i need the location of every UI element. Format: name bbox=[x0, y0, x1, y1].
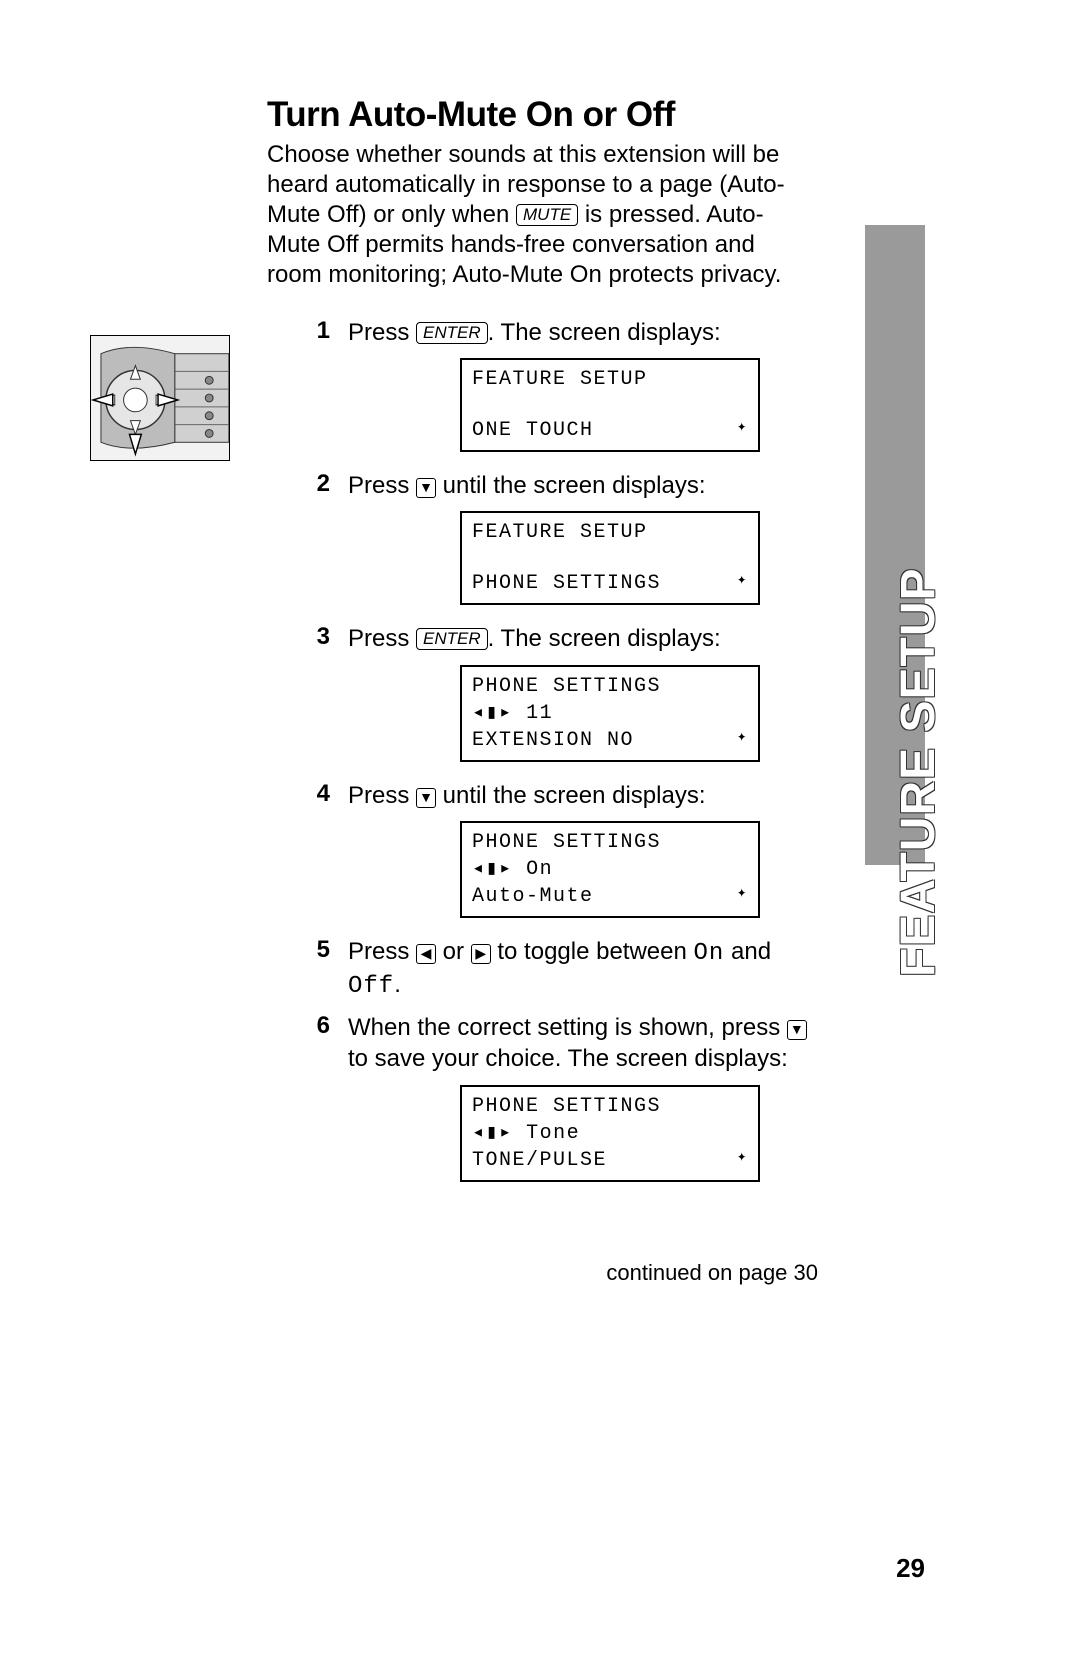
step-post: until the screen displays: bbox=[436, 472, 705, 499]
step-body: Press ENTER. The screen displays: bbox=[348, 623, 810, 654]
lr-arrows-icon: ◂▮▸ bbox=[472, 702, 513, 725]
lcd-display-5: PHONE SETTINGS ◂▮▸ Tone TONE/PULSE ✦ bbox=[460, 1085, 760, 1182]
lcd-line: PHONE SETTINGS bbox=[472, 673, 661, 700]
lcd-line: PHONE SETTINGS bbox=[472, 1093, 661, 1120]
section-title: Turn Auto-Mute On or Off bbox=[267, 95, 675, 135]
lcd-line: Auto-Mute bbox=[472, 883, 594, 910]
step-body: Press ▼ until the screen displays: bbox=[348, 780, 810, 811]
step-post: until the screen displays: bbox=[436, 782, 705, 809]
step-pre: Press bbox=[348, 625, 416, 652]
step-body: Press ENTER. The screen displays: bbox=[348, 317, 810, 348]
side-tab-label: FEATURE SETUP bbox=[891, 568, 946, 977]
intro-paragraph: Choose whether sounds at this extension … bbox=[267, 140, 807, 290]
t: to toggle between bbox=[491, 938, 694, 965]
value-off: Off bbox=[348, 973, 394, 1000]
enter-keycap: ENTER bbox=[416, 628, 488, 650]
lcd-line: TONE/PULSE bbox=[472, 1147, 607, 1174]
step-pre: Press bbox=[348, 472, 416, 499]
t: or bbox=[436, 938, 471, 965]
keypad-illustration bbox=[90, 335, 230, 461]
t: Press bbox=[348, 938, 416, 965]
lcd-line: FEATURE SETUP bbox=[472, 366, 648, 393]
step-body: When the correct setting is shown, press… bbox=[348, 1012, 810, 1074]
step-number: 3 bbox=[290, 623, 348, 654]
value-on: On bbox=[694, 940, 725, 967]
step-post: . The screen displays: bbox=[488, 319, 721, 346]
t: to save your choice. The screen displays… bbox=[348, 1045, 788, 1072]
nav-diamond-icon: ✦ bbox=[737, 727, 748, 754]
manual-page: Turn Auto-Mute On or Off Choose whether … bbox=[0, 0, 1080, 1669]
nav-diamond-icon: ✦ bbox=[737, 417, 748, 444]
mute-keycap: MUTE bbox=[516, 204, 578, 226]
step-number: 5 bbox=[290, 936, 348, 1002]
step-5: 5 Press ◀ or ▶ to toggle between On and … bbox=[290, 936, 810, 1002]
step-3: 3 Press ENTER. The screen displays: bbox=[290, 623, 810, 654]
step-4: 4 Press ▼ until the screen displays: bbox=[290, 780, 810, 811]
t: . bbox=[394, 971, 401, 998]
lcd-line: ◂▮▸ Tone bbox=[472, 1120, 580, 1147]
lcd-display-4: PHONE SETTINGS ◂▮▸ On Auto-Mute ✦ bbox=[460, 821, 760, 918]
nav-diamond-icon: ✦ bbox=[737, 1147, 748, 1174]
step-2: 2 Press ▼ until the screen displays: bbox=[290, 470, 810, 501]
lcd-line: ◂▮▸ 11 bbox=[472, 700, 553, 727]
lcd-line: PHONE SETTINGS bbox=[472, 829, 661, 856]
lcd-display-3: PHONE SETTINGS ◂▮▸ 11 EXTENSION NO ✦ bbox=[460, 665, 760, 762]
left-keycap: ◀ bbox=[416, 944, 436, 964]
nav-diamond-icon: ✦ bbox=[737, 570, 748, 597]
lcd-line: FEATURE SETUP bbox=[472, 519, 648, 546]
step-number: 6 bbox=[290, 1012, 348, 1074]
lcd-display-1: FEATURE SETUP ONE TOUCH ✦ bbox=[460, 358, 760, 452]
down-keycap: ▼ bbox=[416, 478, 436, 498]
step-1: 1 Press ENTER. The screen displays: bbox=[290, 317, 810, 348]
lcd-line: PHONE SETTINGS bbox=[472, 570, 661, 597]
step-number: 2 bbox=[290, 470, 348, 501]
step-pre: Press bbox=[348, 319, 416, 346]
continued-note: continued on page 30 bbox=[606, 1260, 818, 1286]
lcd-line: ONE TOUCH bbox=[472, 417, 594, 444]
t: When the correct setting is shown, press bbox=[348, 1014, 787, 1041]
step-pre: Press bbox=[348, 782, 416, 809]
right-keycap: ▶ bbox=[471, 944, 491, 964]
down-keycap: ▼ bbox=[416, 788, 436, 808]
lcd-line: EXTENSION NO bbox=[472, 727, 634, 754]
step-body: Press ▼ until the screen displays: bbox=[348, 470, 810, 501]
lr-arrows-icon: ◂▮▸ bbox=[472, 1122, 513, 1145]
step-post: . The screen displays: bbox=[488, 625, 721, 652]
t: and bbox=[724, 938, 771, 965]
lr-arrows-icon: ◂▮▸ bbox=[472, 858, 513, 881]
step-number: 4 bbox=[290, 780, 348, 811]
page-number: 29 bbox=[896, 1553, 925, 1584]
enter-keycap: ENTER bbox=[416, 322, 488, 344]
lcd-line: ◂▮▸ On bbox=[472, 856, 553, 883]
step-number: 1 bbox=[290, 317, 348, 348]
nav-diamond-icon: ✦ bbox=[737, 883, 748, 910]
step-body: Press ◀ or ▶ to toggle between On and Of… bbox=[348, 936, 810, 1002]
down-keycap: ▼ bbox=[787, 1020, 807, 1040]
step-6: 6 When the correct setting is shown, pre… bbox=[290, 1012, 810, 1074]
steps-list: 1 Press ENTER. The screen displays: FEAT… bbox=[290, 317, 810, 1200]
lcd-display-2: FEATURE SETUP PHONE SETTINGS ✦ bbox=[460, 511, 760, 605]
